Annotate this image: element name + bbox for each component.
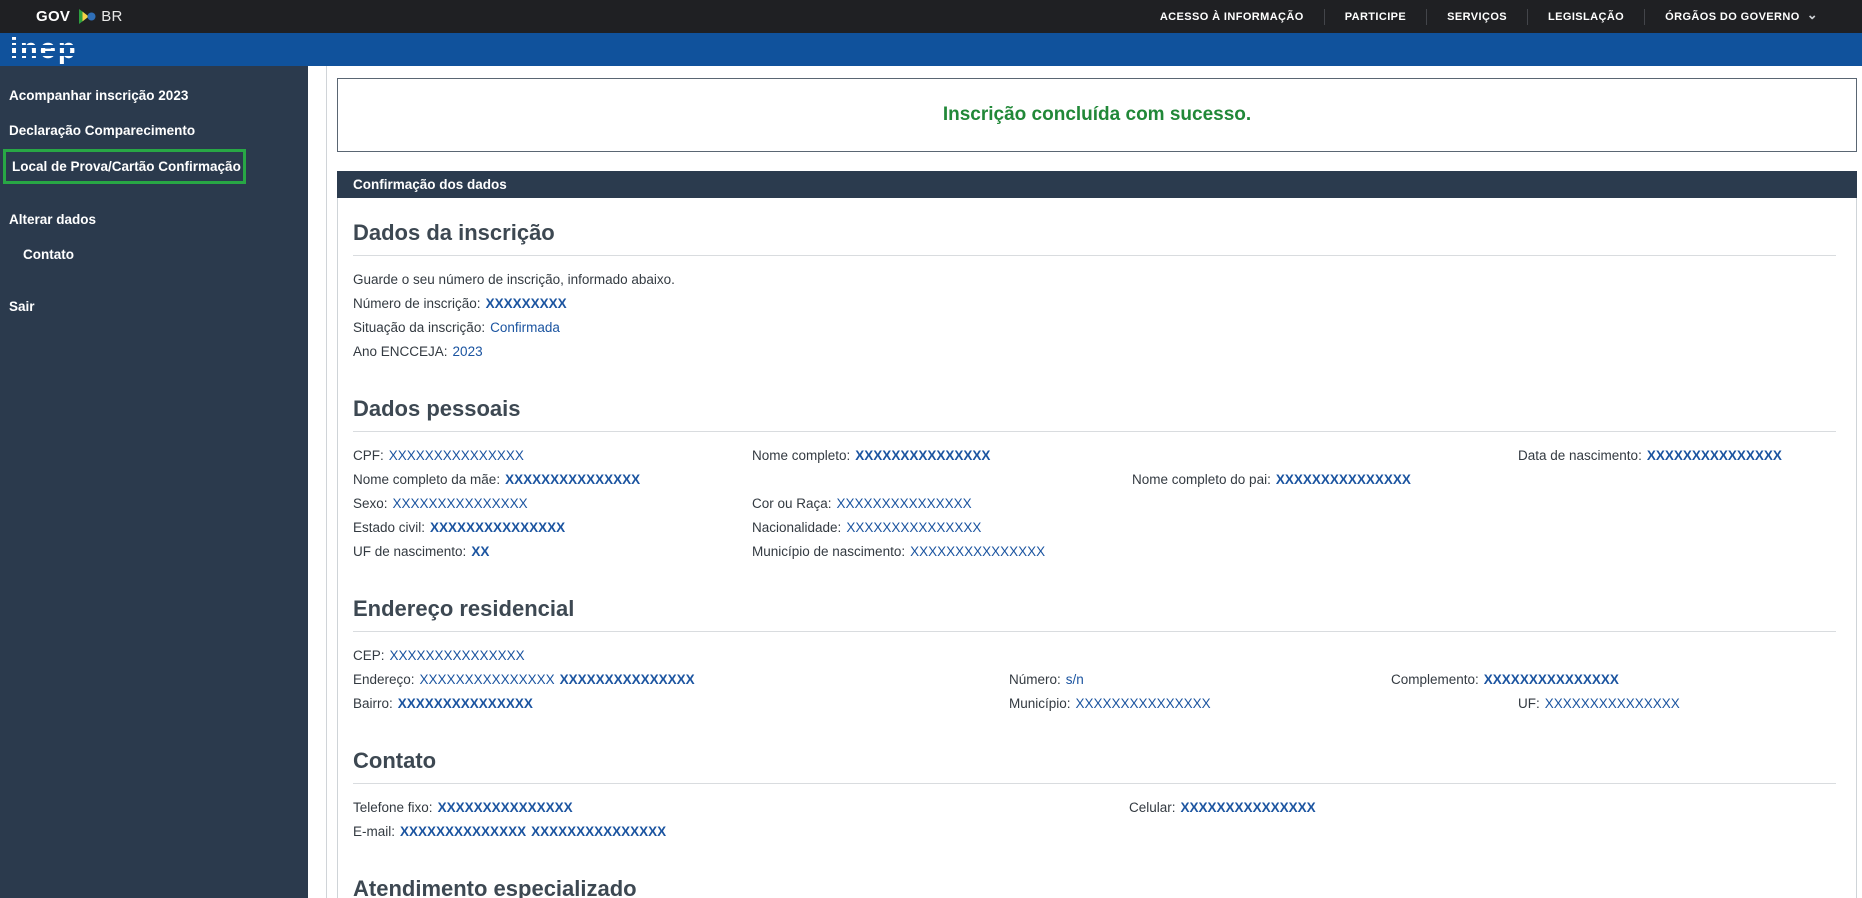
field-nome-pai: Nome completo do pai:XXXXXXXXXXXXXXX (1132, 472, 1411, 487)
panel-title-bar: Confirmação dos dados (337, 171, 1857, 198)
section-title-dados-pessoais: Dados pessoais (353, 396, 1836, 422)
sidebar-nav: Acompanhar inscrição 2023 Declaração Com… (0, 66, 308, 898)
inscricao-note: Guarde o seu número de inscrição, inform… (353, 272, 1836, 287)
field-row: Telefone fixo:XXXXXXXXXXXXXXX Celular:XX… (353, 800, 1836, 824)
inep-logo[interactable]: inep (10, 34, 78, 65)
field-cep: CEP:XXXXXXXXXXXXXXX (353, 648, 525, 663)
field-row: UF de nascimento:XX Município de nascime… (353, 544, 1836, 568)
field-ano-encceja: Ano ENCCEJA:2023 (353, 344, 483, 359)
field-sexo: Sexo:XXXXXXXXXXXXXXX (353, 496, 528, 511)
topnav-orgaos-governo[interactable]: ÓRGÃOS DO GOVERNO ⌄ (1644, 9, 1838, 25)
govbr-arrow-icon (76, 9, 96, 24)
field-row: Estado civil:XXXXXXXXXXXXXXX Nacionalida… (353, 520, 1836, 544)
section-title-dados-inscricao: Dados da inscrição (353, 220, 1836, 246)
topnav-acesso-informacao[interactable]: ACESSO À INFORMAÇÃO (1140, 9, 1324, 25)
inep-logo-stripe (10, 53, 78, 56)
field-estado-civil: Estado civil:XXXXXXXXXXXXXXX (353, 520, 565, 535)
field-nome-mae: Nome completo da mãe:XXXXXXXXXXXXXXX (353, 472, 640, 487)
field-numero: Número:s/n (1009, 672, 1084, 687)
chevron-down-icon: ⌄ (1807, 10, 1818, 20)
sidebar-item-alterar-dados[interactable]: Alterar dados (0, 202, 308, 237)
field-nome-completo: Nome completo:XXXXXXXXXXXXXXX (752, 448, 990, 463)
field-uf-nascimento: UF de nascimento:XX (353, 544, 489, 559)
sidebar-item-local-prova-cartao[interactable]: Local de Prova/Cartão Confirmação (12, 159, 240, 174)
inep-header-bar: inep (0, 33, 1862, 66)
section-divider (353, 631, 1836, 632)
topnav-legislacao[interactable]: LEGISLAÇÃO (1527, 9, 1644, 25)
section-title-atendimento: Atendimento especializado (353, 876, 1836, 898)
confirmation-panel: Dados da inscrição Guarde o seu número d… (337, 198, 1857, 898)
field-row: Nome completo da mãe:XXXXXXXXXXXXXXX Nom… (353, 472, 1836, 496)
sidebar-spacer (0, 272, 308, 289)
govbr-logo-gov: GOV (36, 8, 70, 25)
field-celular: Celular:XXXXXXXXXXXXXXX (1129, 800, 1316, 815)
section-title-contato: Contato (353, 748, 1836, 774)
section-title-endereco: Endereço residencial (353, 596, 1836, 622)
topbar-nav: ACESSO À INFORMAÇÃO PARTICIPE SERVIÇOS L… (1140, 0, 1838, 33)
section-divider (353, 431, 1836, 432)
success-message: Inscrição concluída com sucesso. (943, 104, 1251, 126)
field-nacionalidade: Nacionalidade:XXXXXXXXXXXXXXX (752, 520, 981, 535)
field-municipio: Município:XXXXXXXXXXXXXXX (1009, 696, 1211, 711)
sidebar-spacer (0, 185, 308, 202)
section-divider (353, 783, 1836, 784)
field-email: E-mail:XXXXXXXXXXXXXXXXXXXXXXXXXXXXX (353, 824, 666, 839)
field-municipio-nascimento: Município de nascimento:XXXXXXXXXXXXXXX (752, 544, 1045, 559)
topnav-participe[interactable]: PARTICIPE (1324, 9, 1426, 25)
field-row: Bairro:XXXXXXXXXXXXXXX Município:XXXXXXX… (353, 696, 1836, 720)
field-situacao-inscricao: Situação da inscrição:Confirmada (353, 320, 560, 335)
field-row: Sexo:XXXXXXXXXXXXXXX Cor ou Raça:XXXXXXX… (353, 496, 1836, 520)
govbr-logo-br: BR (101, 8, 122, 25)
government-topbar: GOV BR ACESSO À INFORMAÇÃO PARTICIPE SER… (0, 0, 1862, 33)
sidebar-item-contato[interactable]: Contato (0, 237, 308, 272)
field-cor-raca: Cor ou Raça:XXXXXXXXXXXXXXX (752, 496, 972, 511)
annotation-highlight-box: Local de Prova/Cartão Confirmação (3, 149, 246, 184)
topnav-servicos[interactable]: SERVIÇOS (1426, 9, 1527, 25)
sidebar-item-sair[interactable]: Sair (0, 289, 308, 324)
field-row: Ano ENCCEJA:2023 (353, 344, 1836, 368)
govbr-logo[interactable]: GOV BR (36, 8, 123, 25)
main-content: Inscrição concluída com sucesso. Confirm… (326, 66, 1862, 898)
field-row: Situação da inscrição:Confirmada (353, 320, 1836, 344)
field-row: CPF:XXXXXXXXXXXXXXX Nome completo:XXXXXX… (353, 448, 1836, 472)
field-telefone-fixo: Telefone fixo:XXXXXXXXXXXXXXX (353, 800, 573, 815)
field-row: E-mail:XXXXXXXXXXXXXXXXXXXXXXXXXXXXX (353, 824, 1836, 848)
field-numero-inscricao: Número de inscrição:XXXXXXXXX (353, 296, 567, 311)
sidebar-item-acompanhar-inscricao[interactable]: Acompanhar inscrição 2023 (0, 78, 308, 113)
success-message-box: Inscrição concluída com sucesso. (337, 78, 1857, 152)
field-row: Endereço:XXXXXXXXXXXXXXXXXXXXXXXXXXXXXX … (353, 672, 1836, 696)
field-endereco: Endereço:XXXXXXXXXXXXXXXXXXXXXXXXXXXXXX (353, 672, 695, 687)
field-data-nascimento: Data de nascimento:XXXXXXXXXXXXXXX (1518, 448, 1782, 463)
field-uf: UF:XXXXXXXXXXXXXXX (1518, 696, 1680, 711)
inep-logo-stripe (10, 45, 78, 48)
field-row: CEP:XXXXXXXXXXXXXXX (353, 648, 1836, 672)
field-row: Número de inscrição:XXXXXXXXX (353, 296, 1836, 320)
field-cpf: CPF:XXXXXXXXXXXXXXX (353, 448, 524, 463)
section-divider (353, 255, 1836, 256)
field-complemento: Complemento:XXXXXXXXXXXXXXX (1391, 672, 1619, 687)
sidebar-item-declaracao-comparecimento[interactable]: Declaração Comparecimento (0, 113, 308, 148)
field-bairro: Bairro:XXXXXXXXXXXXXXX (353, 696, 533, 711)
